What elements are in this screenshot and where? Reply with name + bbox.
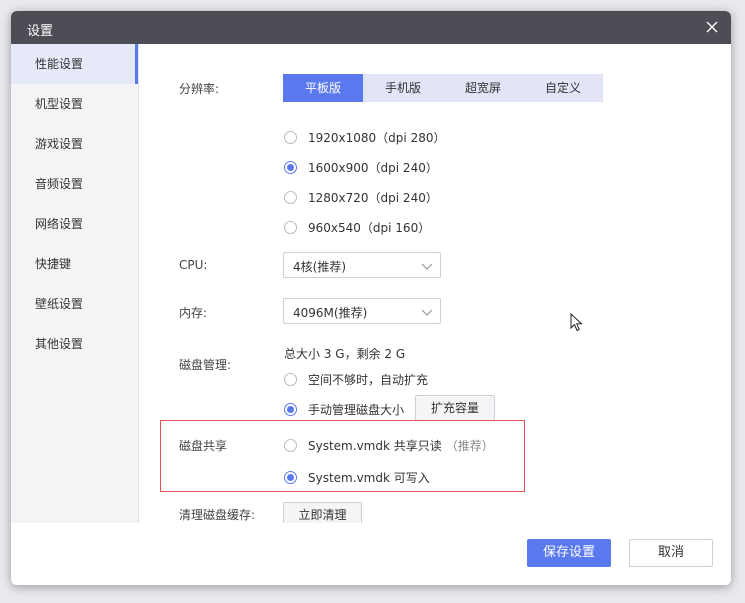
- sidebar-item-label: 快捷键: [35, 257, 72, 271]
- sidebar-item-shortcuts[interactable]: 快捷键: [11, 244, 138, 284]
- resolution-option-label: 1920x1080（dpi 280）: [308, 131, 446, 145]
- tab-tablet[interactable]: 平板版: [283, 74, 363, 102]
- sidebar-item-audio[interactable]: 音频设置: [11, 164, 138, 204]
- sidebar-item-label: 机型设置: [35, 97, 84, 111]
- sidebar-item-label: 网络设置: [35, 217, 84, 231]
- sidebar-item-label: 性能设置: [35, 57, 84, 71]
- recommended-note: （推荐）: [445, 439, 494, 453]
- window-title: 设置: [27, 24, 54, 39]
- disk-share-option-readonly[interactable]: System.vmdk 共享只读 （推荐）: [284, 437, 494, 454]
- mouse-cursor-icon: [570, 313, 583, 332]
- resolution-option-label: 1280x720（dpi 240）: [308, 191, 438, 205]
- cpu-label: CPU:: [179, 258, 208, 272]
- radio-button-selected[interactable]: [284, 471, 297, 484]
- tab-custom[interactable]: 自定义: [523, 74, 603, 102]
- disk-share-option-writable[interactable]: System.vmdk 可写入: [284, 469, 430, 486]
- dialog-footer: 保存设置 取消: [11, 523, 731, 585]
- title-bar[interactable]: 设置: [11, 11, 731, 44]
- performance-panel: 分辨率: 平板版 手机版 超宽屏 自定义 1920x1080（dpi 280） …: [139, 44, 731, 529]
- disk-management-label: 磁盘管理:: [179, 358, 232, 372]
- radio-button-selected[interactable]: [284, 161, 297, 174]
- disk-option-manual[interactable]: 手动管理磁盘大小: [284, 401, 404, 418]
- sidebar-item-performance[interactable]: 性能设置: [11, 44, 138, 84]
- memory-label: 内存:: [179, 306, 208, 320]
- radio-button[interactable]: [284, 439, 297, 452]
- radio-button[interactable]: [284, 221, 297, 234]
- radio-button[interactable]: [284, 131, 297, 144]
- tab-ultrawide[interactable]: 超宽屏: [443, 74, 523, 102]
- disk-share-option-label: System.vmdk 可写入: [308, 471, 430, 485]
- resolution-mode-tabs: 平板版 手机版 超宽屏 自定义: [283, 74, 603, 102]
- cancel-button[interactable]: 取消: [629, 539, 713, 567]
- resolution-option-label: 1600x900（dpi 240）: [308, 161, 438, 175]
- disk-share-label: 磁盘共享: [179, 439, 228, 453]
- resolution-option-1920[interactable]: 1920x1080（dpi 280）: [284, 129, 445, 146]
- sidebar-item-label: 其他设置: [35, 337, 84, 351]
- save-settings-button[interactable]: 保存设置: [527, 539, 611, 567]
- resolution-label: 分辨率:: [179, 82, 220, 96]
- cpu-select[interactable]: 4核(推荐): [283, 252, 441, 278]
- disk-option-label: 手动管理磁盘大小: [308, 403, 405, 417]
- sidebar-item-game[interactable]: 游戏设置: [11, 124, 138, 164]
- radio-button-selected[interactable]: [284, 403, 297, 416]
- disk-option-auto-expand[interactable]: 空间不够时，自动扩充: [284, 371, 428, 388]
- sidebar-item-label: 音频设置: [35, 177, 84, 191]
- sidebar-item-other[interactable]: 其他设置: [11, 324, 138, 364]
- expand-capacity-button[interactable]: 扩充容量: [415, 395, 495, 421]
- resolution-option-960[interactable]: 960x540（dpi 160）: [284, 219, 430, 236]
- resolution-option-label: 960x540（dpi 160）: [308, 221, 431, 235]
- clear-cache-label: 清理磁盘缓存:: [179, 508, 256, 522]
- chevron-down-icon: [421, 306, 433, 320]
- sidebar-item-wallpaper[interactable]: 壁纸设置: [11, 284, 138, 324]
- cpu-select-value: 4核(推荐): [293, 260, 346, 274]
- disk-option-label: 空间不够时，自动扩充: [308, 373, 429, 387]
- settings-window: 设置 性能设置 机型设置 游戏设置 音频设置 网络设置 快捷键 壁纸设置 其他设…: [11, 11, 731, 585]
- memory-select[interactable]: 4096M(推荐): [283, 298, 441, 324]
- sidebar-item-label: 游戏设置: [35, 137, 84, 151]
- radio-button[interactable]: [284, 373, 297, 386]
- disk-share-option-label: System.vmdk 共享只读: [308, 439, 442, 453]
- disk-summary: 总大小 3 G，剩余 2 G: [284, 347, 406, 361]
- sidebar-item-label: 壁纸设置: [35, 297, 84, 311]
- memory-select-value: 4096M(推荐): [293, 306, 368, 320]
- close-icon[interactable]: [701, 16, 723, 38]
- resolution-option-1600[interactable]: 1600x900（dpi 240）: [284, 159, 438, 176]
- radio-button[interactable]: [284, 191, 297, 204]
- chevron-down-icon: [421, 260, 433, 274]
- sidebar-item-network[interactable]: 网络设置: [11, 204, 138, 244]
- settings-sidebar: 性能设置 机型设置 游戏设置 音频设置 网络设置 快捷键 壁纸设置 其他设置: [11, 44, 139, 523]
- tab-phone[interactable]: 手机版: [363, 74, 443, 102]
- resolution-option-1280[interactable]: 1280x720（dpi 240）: [284, 189, 438, 206]
- sidebar-item-device-model[interactable]: 机型设置: [11, 84, 138, 124]
